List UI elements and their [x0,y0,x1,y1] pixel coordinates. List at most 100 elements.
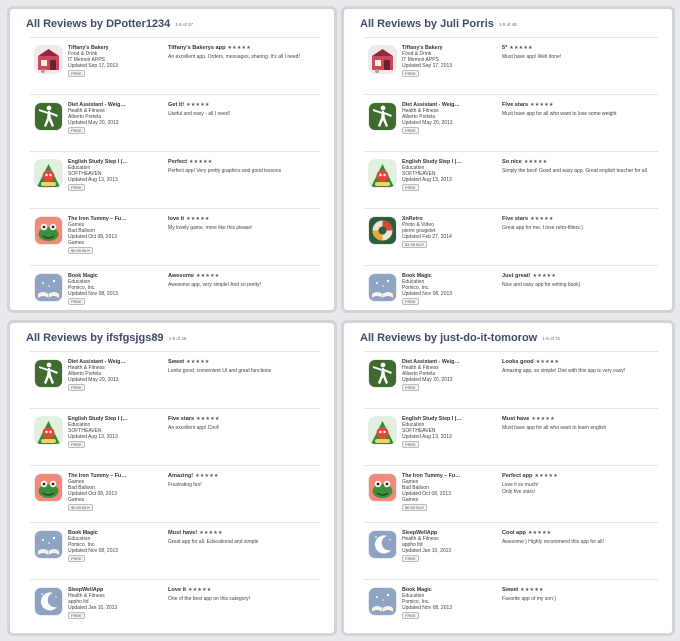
app-info: Diet Assistant - Weig… Health & Fitness Al… [68,359,166,391]
book-magic-icon[interactable] [35,274,62,301]
iron-tummy-icon[interactable] [369,474,396,501]
review-row: Diet Assistant - Weig… Health & Fitness Al… [364,95,658,152]
price-button[interactable]: FREE [68,184,85,191]
review-title: Tiffany's Bakerys app ★★★★★ [168,45,316,52]
book-magic-icon[interactable] [369,588,396,615]
iron-tummy-icon[interactable] [35,217,62,244]
review-count: 1-5 of 37 [175,21,194,27]
review-row: SleepWellApp Health & Fitness appho ltd Upd… [364,523,658,580]
english-study-icon[interactable] [369,417,396,444]
iron-tummy-icon[interactable] [35,474,62,501]
app-updated-date: Updated Jan 10, 2013 [68,605,118,611]
app-info: Tiffany's Bakery Food & Drink IT Memoir AP… [402,45,500,77]
diet-assistant-icon[interactable] [35,360,62,387]
reviews-panel-just-do-it-tomorow: All Reviews by just-do-it-tomorow 1-5 of … [341,320,675,636]
review-content: Five stars ★★★★★ Great app for me. I love … [502,216,654,232]
review-content: 5* ★★★★★ Must have app! Well done! [502,45,654,61]
review-row: Book Magic Education Pomico, Inc. Updated N… [30,266,320,310]
review-content: So nice ★★★★★ Simply the best! Good and ea… [502,159,654,175]
english-study-icon[interactable] [35,160,62,187]
review-title: Get it! ★★★★★ [168,102,316,109]
app-info: Diet Assistant - Weig… Health & Fitness Al… [402,359,500,391]
review-row: Diet Assistant - Weig… Health & Fitness Al… [30,352,320,409]
app-updated-date: Updated Sep 17, 2013 [402,63,453,69]
price-button[interactable]: FREE [68,612,85,619]
review-row: The Iron Tummy – Fu… Games Bad Balloon Upda… [364,466,658,523]
sleepwell-icon[interactable] [35,588,62,615]
app-updated-date: Updated May 20, 2013 [402,120,453,126]
review-title: Five stars ★★★★★ [502,216,654,223]
review-title-text: Must have [502,416,530,422]
star-rating: ★★★★★ [527,530,552,536]
price-button[interactable]: $0.99 BUY [68,247,94,254]
app-info: XnRetro Photo & Video pierre gougelet Updat… [402,216,500,248]
star-rating: ★★★★★ [530,102,554,108]
book-magic-icon[interactable] [369,274,396,301]
review-row: Tiffany's Bakery Food & Drink IT Memoir AP… [30,38,320,95]
app-updated-date: Updated Nov 08, 2013 [68,548,119,554]
star-rating: ★★★★★ [227,45,251,51]
review-row: SleepWellApp Health & Fitness appho ltd Upd… [30,580,320,633]
price-button[interactable]: FREE [402,555,419,562]
panel-title: All Reviews by ifsfgsjgs89 1-5 of 25 [26,332,187,344]
review-title: Five stars ★★★★★ [168,416,316,423]
review-title: Must have! ★★★★★ [168,530,316,537]
app-updated-date: Updated Sep 17, 2013 [68,63,119,69]
price-button[interactable]: FREE [402,384,419,391]
app-updated-date: Updated May 20, 2013 [68,120,119,126]
diet-assistant-icon[interactable] [35,103,62,130]
review-text: Must have app! Well done! [502,54,562,60]
review-title-text: Cool app [502,530,526,536]
price-button[interactable]: FREE [402,298,419,305]
price-button[interactable]: FREE [68,70,85,77]
price-button[interactable]: FREE [68,127,85,134]
app-updated-date: Updated May 20, 2013 [402,377,453,383]
english-study-icon[interactable] [35,417,62,444]
review-text: Perfect app! Very pretty graphics and go… [168,168,282,174]
english-study-icon[interactable] [369,160,396,187]
review-content: Five stars ★★★★★ An excellent app! Cool! [168,416,316,432]
price-button[interactable]: FREE [68,441,85,448]
star-rating: ★★★★★ [196,273,220,279]
price-button[interactable]: $0.99 BUY [402,504,428,511]
review-text: An excellent app. Orders, messages, shar… [168,54,300,60]
review-text: Useful and easy - all I need! [168,111,230,117]
diet-assistant-icon[interactable] [369,103,396,130]
review-title: Looks good ★★★★★ [502,359,654,366]
price-button[interactable]: FREE [402,441,419,448]
review-content: Five stars ★★★★★ Must have app for all who… [502,102,654,118]
review-title-text: Love it [168,587,187,593]
review-content: Get it! ★★★★★ Useful and easy - all I need… [168,102,316,118]
review-row: English Study Step I (… Education SOFTHEAV… [364,409,658,466]
price-button[interactable]: FREE [68,555,85,562]
sleepwell-icon[interactable] [369,531,396,558]
review-text: Amazing app, so simple! Diet with this a… [502,368,626,374]
price-button[interactable]: FREE [68,298,85,305]
review-title-text: Must have! [168,530,198,536]
review-title: Amazing! ★★★★★ [168,473,316,480]
bakery-icon[interactable] [369,46,396,73]
review-content: Tiffany's Bakerys app ★★★★★ An excellent a… [168,45,316,61]
app-info: Book Magic Education Pomico, Inc. Updated N… [68,273,166,305]
diet-assistant-icon[interactable] [369,360,396,387]
bakery-icon[interactable] [35,46,62,73]
price-button[interactable]: FREE [402,127,419,134]
price-button[interactable]: FREE [402,612,419,619]
review-text: Great app for me. I love retro-filters:) [502,225,583,231]
app-updated-date: Updated Feb 27, 2014 [402,234,452,240]
review-title-text: Five stars [502,216,529,222]
price-button[interactable]: FREE [402,184,419,191]
review-content: Awesome ★★★★★ Awesome app, very simple! An… [168,273,316,289]
price-button[interactable]: $1.99 BUY [402,241,428,248]
price-button[interactable]: FREE [68,384,85,391]
price-button[interactable]: $0.99 BUY [68,504,94,511]
app-updated-date: Updated Nov 08, 2013 [402,605,453,611]
review-content: Amazing! ★★★★★ Frustrating fun! [168,473,316,489]
review-text: Simply the best! Good and easy app. Grea… [502,168,647,174]
app-extra-category: Games [402,497,419,503]
app-extra-category: Games [68,240,85,246]
xnretro-icon[interactable] [369,217,396,244]
review-text: Frustrating fun! [168,482,202,488]
book-magic-icon[interactable] [35,531,62,558]
price-button[interactable]: FREE [402,70,419,77]
